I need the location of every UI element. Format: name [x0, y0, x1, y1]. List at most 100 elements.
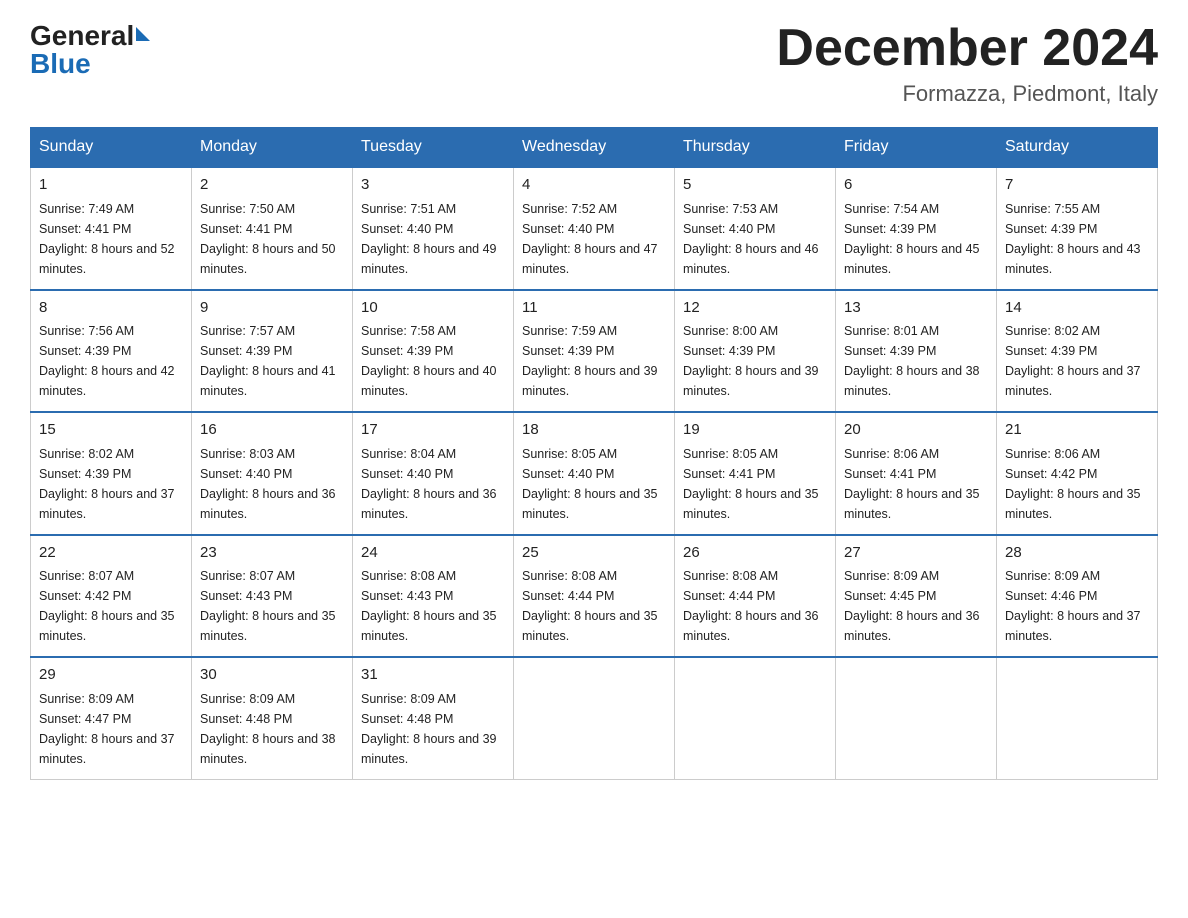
calendar-cell: 20 Sunrise: 8:06 AMSunset: 4:41 PMDaylig…: [836, 412, 997, 535]
day-info: Sunrise: 7:58 AMSunset: 4:39 PMDaylight:…: [361, 324, 497, 398]
calendar-cell: 3 Sunrise: 7:51 AMSunset: 4:40 PMDayligh…: [353, 167, 514, 290]
calendar-cell: [675, 657, 836, 779]
weekday-header-row: SundayMondayTuesdayWednesdayThursdayFrid…: [31, 128, 1158, 168]
day-info: Sunrise: 7:50 AMSunset: 4:41 PMDaylight:…: [200, 202, 336, 276]
calendar-cell: 18 Sunrise: 8:05 AMSunset: 4:40 PMDaylig…: [514, 412, 675, 535]
calendar-cell: 10 Sunrise: 7:58 AMSunset: 4:39 PMDaylig…: [353, 290, 514, 413]
calendar-cell: 21 Sunrise: 8:06 AMSunset: 4:42 PMDaylig…: [997, 412, 1158, 535]
day-info: Sunrise: 8:00 AMSunset: 4:39 PMDaylight:…: [683, 324, 819, 398]
calendar-cell: [514, 657, 675, 779]
calendar-cell: 6 Sunrise: 7:54 AMSunset: 4:39 PMDayligh…: [836, 167, 997, 290]
day-info: Sunrise: 7:56 AMSunset: 4:39 PMDaylight:…: [39, 324, 175, 398]
calendar-cell: 22 Sunrise: 8:07 AMSunset: 4:42 PMDaylig…: [31, 535, 192, 658]
day-info: Sunrise: 8:08 AMSunset: 4:43 PMDaylight:…: [361, 569, 497, 643]
day-number: 13: [844, 297, 988, 320]
day-info: Sunrise: 8:02 AMSunset: 4:39 PMDaylight:…: [1005, 324, 1141, 398]
day-info: Sunrise: 7:57 AMSunset: 4:39 PMDaylight:…: [200, 324, 336, 398]
weekday-header-sunday: Sunday: [31, 128, 192, 168]
day-number: 14: [1005, 297, 1149, 320]
day-number: 6: [844, 174, 988, 197]
day-number: 10: [361, 297, 505, 320]
calendar-cell: 4 Sunrise: 7:52 AMSunset: 4:40 PMDayligh…: [514, 167, 675, 290]
day-info: Sunrise: 7:59 AMSunset: 4:39 PMDaylight:…: [522, 324, 658, 398]
day-number: 11: [522, 297, 666, 320]
calendar-cell: 17 Sunrise: 8:04 AMSunset: 4:40 PMDaylig…: [353, 412, 514, 535]
month-title: December 2024: [776, 20, 1158, 77]
day-number: 12: [683, 297, 827, 320]
location-title: Formazza, Piedmont, Italy: [776, 81, 1158, 107]
calendar-cell: 15 Sunrise: 8:02 AMSunset: 4:39 PMDaylig…: [31, 412, 192, 535]
calendar-cell: 28 Sunrise: 8:09 AMSunset: 4:46 PMDaylig…: [997, 535, 1158, 658]
day-info: Sunrise: 7:51 AMSunset: 4:40 PMDaylight:…: [361, 202, 497, 276]
calendar-cell: 2 Sunrise: 7:50 AMSunset: 4:41 PMDayligh…: [192, 167, 353, 290]
weekday-header-thursday: Thursday: [675, 128, 836, 168]
day-info: Sunrise: 7:53 AMSunset: 4:40 PMDaylight:…: [683, 202, 819, 276]
day-info: Sunrise: 7:54 AMSunset: 4:39 PMDaylight:…: [844, 202, 980, 276]
day-info: Sunrise: 8:07 AMSunset: 4:43 PMDaylight:…: [200, 569, 336, 643]
day-number: 24: [361, 542, 505, 565]
day-number: 2: [200, 174, 344, 197]
weekday-header-friday: Friday: [836, 128, 997, 168]
title-area: December 2024 Formazza, Piedmont, Italy: [776, 20, 1158, 107]
logo: General Blue: [30, 20, 150, 80]
calendar-cell: 16 Sunrise: 8:03 AMSunset: 4:40 PMDaylig…: [192, 412, 353, 535]
day-number: 3: [361, 174, 505, 197]
calendar-week-row: 15 Sunrise: 8:02 AMSunset: 4:39 PMDaylig…: [31, 412, 1158, 535]
calendar-cell: 29 Sunrise: 8:09 AMSunset: 4:47 PMDaylig…: [31, 657, 192, 779]
day-number: 22: [39, 542, 183, 565]
weekday-header-saturday: Saturday: [997, 128, 1158, 168]
day-info: Sunrise: 8:08 AMSunset: 4:44 PMDaylight:…: [522, 569, 658, 643]
weekday-header-tuesday: Tuesday: [353, 128, 514, 168]
calendar-week-row: 1 Sunrise: 7:49 AMSunset: 4:41 PMDayligh…: [31, 167, 1158, 290]
calendar-cell: [997, 657, 1158, 779]
calendar-cell: 26 Sunrise: 8:08 AMSunset: 4:44 PMDaylig…: [675, 535, 836, 658]
day-info: Sunrise: 8:06 AMSunset: 4:42 PMDaylight:…: [1005, 447, 1141, 521]
day-info: Sunrise: 8:09 AMSunset: 4:46 PMDaylight:…: [1005, 569, 1141, 643]
day-info: Sunrise: 8:06 AMSunset: 4:41 PMDaylight:…: [844, 447, 980, 521]
day-info: Sunrise: 7:49 AMSunset: 4:41 PMDaylight:…: [39, 202, 175, 276]
day-info: Sunrise: 8:05 AMSunset: 4:41 PMDaylight:…: [683, 447, 819, 521]
calendar-cell: 19 Sunrise: 8:05 AMSunset: 4:41 PMDaylig…: [675, 412, 836, 535]
weekday-header-monday: Monday: [192, 128, 353, 168]
weekday-header-wednesday: Wednesday: [514, 128, 675, 168]
calendar-cell: 24 Sunrise: 8:08 AMSunset: 4:43 PMDaylig…: [353, 535, 514, 658]
day-number: 16: [200, 419, 344, 442]
day-number: 28: [1005, 542, 1149, 565]
day-number: 5: [683, 174, 827, 197]
day-info: Sunrise: 7:55 AMSunset: 4:39 PMDaylight:…: [1005, 202, 1141, 276]
calendar-cell: 31 Sunrise: 8:09 AMSunset: 4:48 PMDaylig…: [353, 657, 514, 779]
day-number: 31: [361, 664, 505, 687]
day-info: Sunrise: 8:09 AMSunset: 4:47 PMDaylight:…: [39, 692, 175, 766]
day-info: Sunrise: 8:04 AMSunset: 4:40 PMDaylight:…: [361, 447, 497, 521]
calendar-cell: 14 Sunrise: 8:02 AMSunset: 4:39 PMDaylig…: [997, 290, 1158, 413]
day-number: 1: [39, 174, 183, 197]
calendar-cell: 23 Sunrise: 8:07 AMSunset: 4:43 PMDaylig…: [192, 535, 353, 658]
day-number: 7: [1005, 174, 1149, 197]
page-header: General Blue December 2024 Formazza, Pie…: [30, 20, 1158, 107]
day-info: Sunrise: 8:09 AMSunset: 4:48 PMDaylight:…: [200, 692, 336, 766]
calendar-cell: 13 Sunrise: 8:01 AMSunset: 4:39 PMDaylig…: [836, 290, 997, 413]
calendar-cell: 1 Sunrise: 7:49 AMSunset: 4:41 PMDayligh…: [31, 167, 192, 290]
day-number: 8: [39, 297, 183, 320]
day-number: 25: [522, 542, 666, 565]
calendar-cell: 8 Sunrise: 7:56 AMSunset: 4:39 PMDayligh…: [31, 290, 192, 413]
calendar-cell: 9 Sunrise: 7:57 AMSunset: 4:39 PMDayligh…: [192, 290, 353, 413]
calendar-cell: 11 Sunrise: 7:59 AMSunset: 4:39 PMDaylig…: [514, 290, 675, 413]
calendar-cell: 5 Sunrise: 7:53 AMSunset: 4:40 PMDayligh…: [675, 167, 836, 290]
day-number: 17: [361, 419, 505, 442]
day-number: 19: [683, 419, 827, 442]
calendar-table: SundayMondayTuesdayWednesdayThursdayFrid…: [30, 127, 1158, 780]
day-number: 15: [39, 419, 183, 442]
calendar-cell: [836, 657, 997, 779]
calendar-cell: 27 Sunrise: 8:09 AMSunset: 4:45 PMDaylig…: [836, 535, 997, 658]
day-info: Sunrise: 8:03 AMSunset: 4:40 PMDaylight:…: [200, 447, 336, 521]
calendar-cell: 30 Sunrise: 8:09 AMSunset: 4:48 PMDaylig…: [192, 657, 353, 779]
day-number: 29: [39, 664, 183, 687]
day-number: 9: [200, 297, 344, 320]
day-number: 21: [1005, 419, 1149, 442]
day-number: 18: [522, 419, 666, 442]
calendar-week-row: 29 Sunrise: 8:09 AMSunset: 4:47 PMDaylig…: [31, 657, 1158, 779]
logo-triangle-icon: [136, 27, 150, 41]
day-number: 27: [844, 542, 988, 565]
day-info: Sunrise: 8:08 AMSunset: 4:44 PMDaylight:…: [683, 569, 819, 643]
